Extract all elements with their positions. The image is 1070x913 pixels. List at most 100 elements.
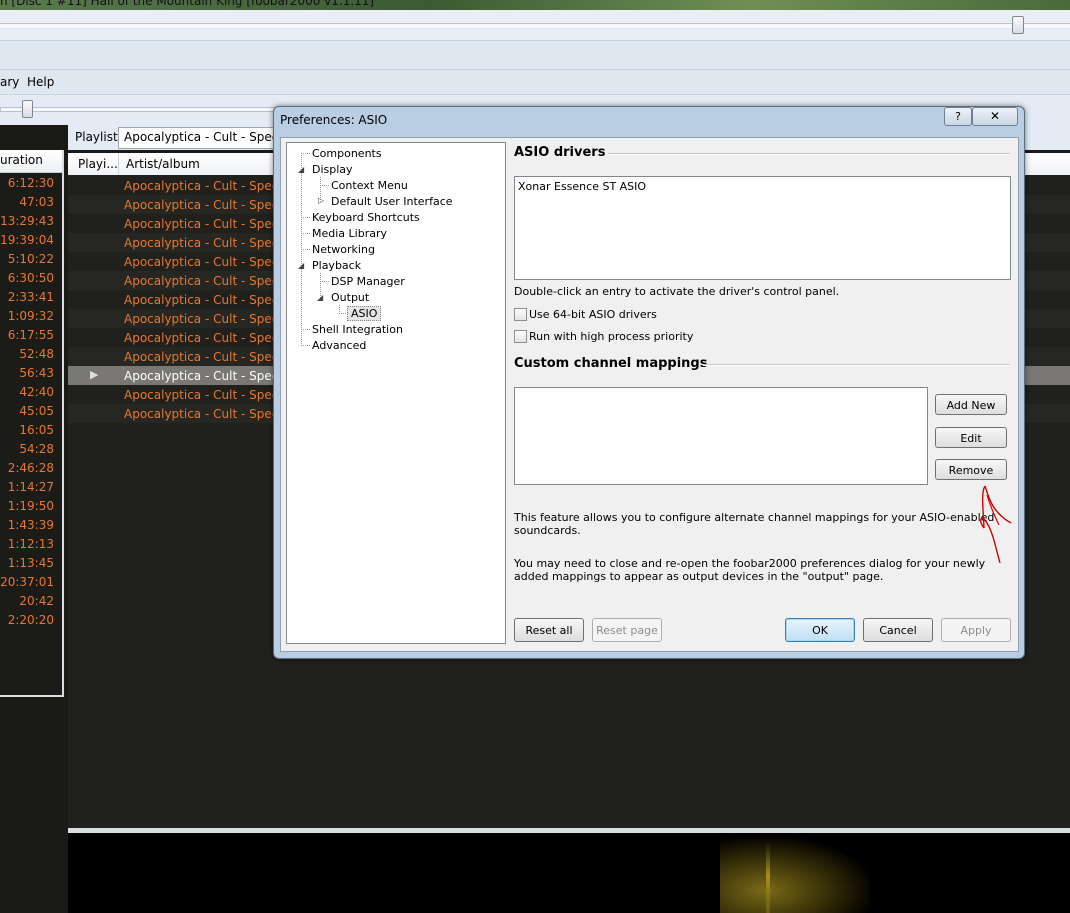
high-priority-label[interactable]: Run with high process priority bbox=[529, 330, 693, 343]
menu-library[interactable]: ary bbox=[0, 75, 19, 89]
tree-expander-icon[interactable]: ◢ bbox=[298, 261, 304, 270]
use-64bit-checkbox[interactable] bbox=[514, 308, 527, 321]
duration-cell: 20:37:01 bbox=[0, 575, 54, 589]
duration-cell: 19:39:04 bbox=[0, 233, 54, 247]
duration-cell: 47:03 bbox=[19, 195, 54, 209]
info-text-1: This feature allows you to configure alt… bbox=[514, 511, 995, 524]
asio-drivers-heading: ASIO drivers bbox=[514, 145, 606, 160]
duration-cell: 2:20:20 bbox=[7, 613, 54, 627]
duration-cell: 45:05 bbox=[19, 404, 54, 418]
duration-list: 6:12:30 47:03 13:29:43 19:39:04 5:10:22 … bbox=[0, 173, 62, 633]
menu-help[interactable]: Help bbox=[27, 75, 54, 89]
spectrogram-glow bbox=[720, 838, 870, 913]
column-header-artist-album[interactable]: Artist/album bbox=[126, 157, 200, 171]
duration-cell: 1:12:13 bbox=[7, 537, 54, 551]
channel-mappings-heading: Custom channel mappings bbox=[514, 356, 708, 371]
duration-cell: 5:10:22 bbox=[7, 252, 54, 266]
info-text-2: You may need to close and re-open the fo… bbox=[514, 557, 986, 570]
duration-cell: 20:42 bbox=[19, 594, 54, 608]
volume-slider[interactable] bbox=[0, 107, 277, 112]
play-icon: ▶ bbox=[90, 368, 99, 381]
tree-item-playback[interactable]: Playback bbox=[312, 259, 361, 272]
apply-button[interactable]: Apply bbox=[941, 618, 1011, 642]
info-text-2b: added mappings to appear as output devic… bbox=[514, 570, 884, 583]
duration-cell: 13:29:43 bbox=[0, 214, 54, 228]
help-icon[interactable]: ? bbox=[944, 107, 972, 126]
menu-bar: ary Help bbox=[0, 70, 1070, 94]
tree-item-dsp-manager[interactable]: DSP Manager bbox=[331, 275, 405, 288]
remove-button[interactable]: Remove bbox=[935, 459, 1007, 480]
duration-cell: 6:17:55 bbox=[7, 328, 54, 342]
tree-line bbox=[320, 281, 329, 282]
tree-line bbox=[301, 345, 310, 346]
tree-expander-icon[interactable]: ◢ bbox=[298, 165, 304, 174]
main-window-title: n [Disc 1 #11] Hall of the Mountain King… bbox=[0, 0, 375, 8]
driver-hint-text: Double-click an entry to activate the dr… bbox=[514, 285, 840, 298]
ok-button[interactable]: OK bbox=[785, 618, 855, 642]
duration-cell: 1:13:45 bbox=[7, 556, 54, 570]
section-divider bbox=[703, 364, 1010, 366]
playlist-dropdown[interactable]: Apocalyptica - Cult - Special bbox=[118, 127, 290, 149]
tree-item-advanced[interactable]: Advanced bbox=[312, 339, 366, 352]
spectrogram-visualizer bbox=[68, 833, 1070, 913]
close-icon[interactable]: ✕ bbox=[972, 107, 1018, 126]
reset-all-button[interactable]: Reset all bbox=[514, 618, 584, 642]
tree-item-context-menu[interactable]: Context Menu bbox=[331, 179, 408, 192]
use-64bit-label[interactable]: Use 64-bit ASIO drivers bbox=[529, 308, 657, 321]
cancel-button[interactable]: Cancel bbox=[863, 618, 933, 642]
duration-cell: 54:28 bbox=[19, 442, 54, 456]
playlist-label: Playlist: bbox=[75, 130, 122, 144]
tree-item-output[interactable]: Output bbox=[331, 291, 369, 304]
tree-line bbox=[301, 153, 310, 154]
channel-mappings-list[interactable] bbox=[514, 387, 928, 485]
duration-column-header[interactable]: uration bbox=[0, 150, 62, 173]
toolbar bbox=[0, 41, 1070, 70]
info-text-1b: soundcards. bbox=[514, 524, 581, 537]
tree-expander-icon[interactable]: ◢ bbox=[317, 293, 323, 302]
duration-cell: 1:09:32 bbox=[7, 309, 54, 323]
duration-cell: 16:05 bbox=[19, 423, 54, 437]
seek-thumb[interactable] bbox=[1012, 16, 1024, 34]
tree-item-networking[interactable]: Networking bbox=[312, 243, 375, 256]
duration-cell: 2:46:28 bbox=[7, 461, 54, 475]
duration-cell: 42:40 bbox=[19, 385, 54, 399]
dialog-title: Preferences: ASIO bbox=[280, 113, 388, 127]
tree-item-shell-integration[interactable]: Shell Integration bbox=[312, 323, 403, 336]
main-title-bar: n [Disc 1 #11] Hall of the Mountain King… bbox=[0, 0, 1070, 10]
annotation-arrow-icon bbox=[980, 485, 1012, 564]
column-separator[interactable] bbox=[118, 153, 119, 175]
preferences-tree[interactable]: Components ◢ Display Context Menu ▷ Defa… bbox=[286, 142, 506, 644]
tree-item-default-ui[interactable]: Default User Interface bbox=[331, 195, 453, 208]
tree-line bbox=[320, 185, 329, 186]
playlist-dropdown-value: Apocalyptica - Cult - Special bbox=[124, 130, 290, 144]
tree-line bbox=[301, 329, 310, 330]
seek-bar[interactable] bbox=[0, 23, 1070, 29]
tree-item-keyboard-shortcuts[interactable]: Keyboard Shortcuts bbox=[312, 211, 420, 224]
reset-page-button[interactable]: Reset page bbox=[592, 618, 662, 642]
duration-cell: 1:43:39 bbox=[7, 518, 54, 532]
section-divider bbox=[608, 153, 1010, 155]
tree-line bbox=[301, 233, 310, 234]
tree-item-media-library[interactable]: Media Library bbox=[312, 227, 387, 240]
edit-button[interactable]: Edit bbox=[935, 427, 1007, 448]
tree-expander-icon[interactable]: ▷ bbox=[318, 196, 324, 205]
duration-cell: 1:14:27 bbox=[7, 480, 54, 494]
tree-line bbox=[301, 217, 310, 218]
add-new-button[interactable]: Add New bbox=[935, 394, 1007, 415]
duration-cell: 52:48 bbox=[19, 347, 54, 361]
duration-cell: 2:33:41 bbox=[7, 290, 54, 304]
volume-thumb[interactable] bbox=[22, 100, 33, 118]
tree-item-display[interactable]: Display bbox=[312, 163, 353, 176]
duration-cell: 56:43 bbox=[19, 366, 54, 380]
spectrogram-line bbox=[766, 838, 770, 913]
column-header-playing[interactable]: Playi... bbox=[78, 157, 118, 171]
high-priority-checkbox[interactable] bbox=[514, 330, 527, 343]
tree-item-components[interactable]: Components bbox=[312, 147, 382, 160]
tree-line bbox=[301, 249, 310, 250]
asio-driver-list[interactable]: Xonar Essence ST ASIO bbox=[514, 176, 1011, 280]
duration-cell: 1:19:50 bbox=[7, 499, 54, 513]
list-item[interactable]: Xonar Essence ST ASIO bbox=[518, 180, 646, 193]
duration-cell: 6:30:50 bbox=[7, 271, 54, 285]
tree-item-asio[interactable]: ASIO bbox=[347, 306, 382, 321]
duration-cell: 6:12:30 bbox=[7, 176, 54, 190]
